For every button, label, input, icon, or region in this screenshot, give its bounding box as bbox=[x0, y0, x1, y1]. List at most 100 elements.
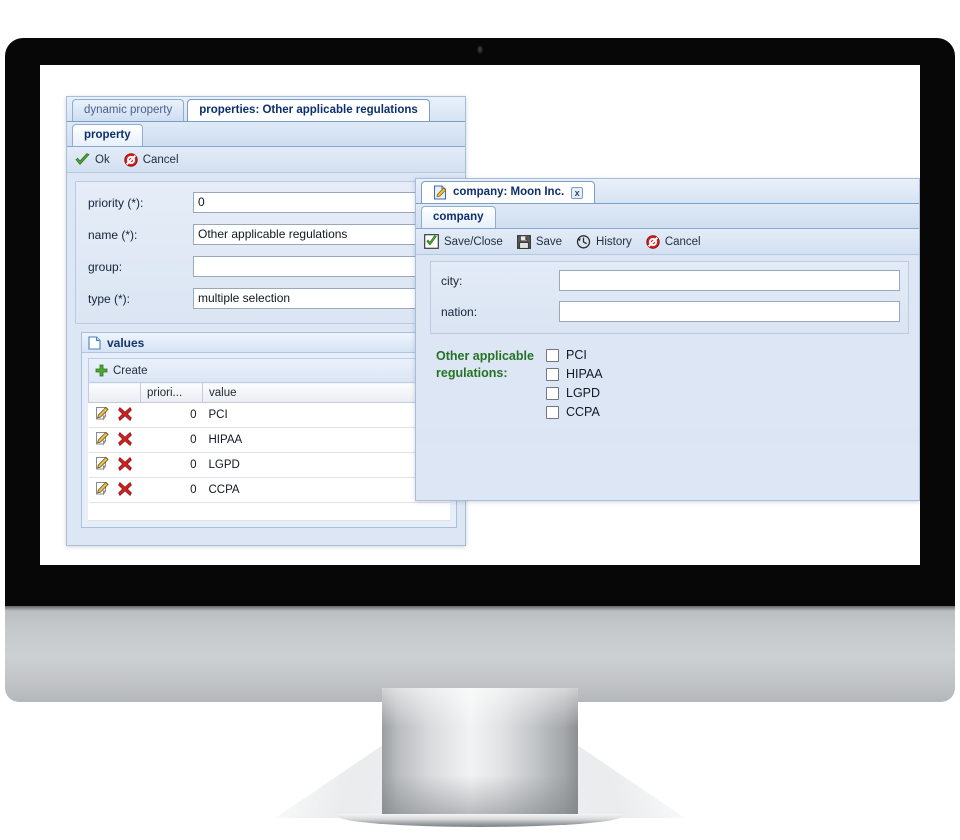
row-actions bbox=[88, 427, 141, 453]
delete-x-icon[interactable] bbox=[117, 431, 132, 449]
col-value[interactable]: value bbox=[202, 382, 450, 403]
tab-properties-label: properties: Other applicable regulations bbox=[199, 104, 418, 116]
tab-dynamic-property-label: dynamic property bbox=[84, 104, 173, 116]
name-label: name (*): bbox=[88, 227, 138, 242]
company-window-footer bbox=[416, 429, 919, 443]
nation-input[interactable] bbox=[559, 301, 900, 322]
save-button[interactable]: Save bbox=[516, 234, 563, 249]
cancel-button[interactable]: Cancel bbox=[124, 152, 179, 167]
checkbox-icon[interactable] bbox=[546, 367, 559, 381]
type-label: type (*): bbox=[88, 291, 131, 306]
group-label: group: bbox=[88, 259, 123, 274]
document-edit-icon bbox=[433, 185, 448, 200]
table-row[interactable]: 0 PCI bbox=[88, 402, 450, 428]
checkbox-icon[interactable] bbox=[546, 348, 559, 362]
tab-dynamic-property[interactable]: dynamic property bbox=[72, 99, 185, 121]
tab-property[interactable]: property bbox=[72, 124, 143, 146]
save-close-button[interactable]: Save/Close bbox=[424, 234, 503, 249]
table-row[interactable]: 0 HIPAA bbox=[88, 427, 450, 453]
floppy-disk-icon bbox=[516, 234, 531, 249]
property-window: dynamic property properties: Other appli… bbox=[66, 96, 466, 546]
history-label: History bbox=[596, 235, 632, 248]
edit-pencil-icon[interactable] bbox=[95, 456, 110, 474]
row-priority: 0 bbox=[140, 452, 203, 478]
save-close-icon bbox=[424, 234, 439, 249]
ok-button-label: Ok bbox=[95, 153, 110, 166]
row-value: CCPA bbox=[202, 477, 450, 503]
monitor-stand-base bbox=[338, 814, 622, 827]
edit-pencil-icon[interactable] bbox=[95, 406, 110, 424]
delete-x-icon[interactable] bbox=[117, 481, 132, 499]
tab-company-label: company bbox=[433, 211, 484, 223]
values-groupbox-title: values bbox=[107, 335, 145, 350]
field-row-name: name (*): Other applicable regulations bbox=[88, 224, 446, 245]
field-row-nation: nation: bbox=[441, 301, 900, 322]
close-icon[interactable]: x bbox=[571, 186, 584, 199]
checkbox-icon[interactable] bbox=[546, 386, 559, 400]
tab-property-label: property bbox=[84, 129, 131, 141]
row-priority: 0 bbox=[140, 427, 203, 453]
monitor-stage: dynamic property properties: Other appli… bbox=[0, 0, 960, 840]
values-grid-toolbar: Create bbox=[88, 358, 450, 382]
company-form-panel: city: nation: bbox=[430, 261, 909, 334]
checkbox-item[interactable]: HIPAA bbox=[546, 367, 603, 381]
red-cancel-icon bbox=[646, 234, 660, 249]
delete-x-icon[interactable] bbox=[117, 456, 132, 474]
property-form-panel: priority (*): 0 name (*): Other applicab… bbox=[75, 181, 457, 324]
other-applicable-regulations-group: Other applicable regulations: PCI HIPAA LG… bbox=[416, 334, 919, 429]
row-value: PCI bbox=[202, 402, 450, 428]
field-row-group: group: bbox=[88, 256, 446, 277]
values-groupbox-body: Create priori... value 0 PCI 0 HIPAA 0 LGPD 0 C… bbox=[82, 353, 456, 527]
history-button[interactable]: History bbox=[576, 234, 632, 249]
col-actions[interactable] bbox=[88, 382, 141, 403]
company-cancel-button[interactable]: Cancel bbox=[646, 234, 701, 249]
row-priority: 0 bbox=[140, 402, 203, 428]
create-button[interactable]: Create bbox=[95, 364, 148, 377]
delete-x-icon[interactable] bbox=[117, 406, 132, 424]
edit-pencil-icon[interactable] bbox=[95, 481, 110, 499]
checkbox-item[interactable]: CCPA bbox=[546, 405, 603, 419]
green-check-icon bbox=[75, 153, 90, 166]
name-input[interactable]: Other applicable regulations bbox=[193, 224, 446, 245]
company-window-subtabstrip: company bbox=[416, 204, 919, 229]
checkbox-icon[interactable] bbox=[546, 405, 559, 419]
group-input[interactable] bbox=[193, 256, 446, 277]
checkbox-label: LGPD bbox=[566, 386, 601, 400]
field-row-city: city: bbox=[441, 270, 900, 291]
red-cancel-icon bbox=[124, 152, 138, 167]
company-window: company: Moon Inc. x company Save/Close … bbox=[415, 178, 920, 501]
checkbox-item[interactable]: LGPD bbox=[546, 386, 603, 400]
values-groupbox-header: values bbox=[82, 333, 456, 353]
company-tab-label: company: Moon Inc. bbox=[453, 186, 565, 198]
values-grid-header-row: priori... value bbox=[88, 382, 450, 403]
cancel-button-label: Cancel bbox=[142, 153, 179, 166]
monitor-screen: dynamic property properties: Other appli… bbox=[40, 65, 920, 565]
checkbox-item[interactable]: PCI bbox=[546, 348, 603, 362]
row-value: LGPD bbox=[202, 452, 450, 478]
field-row-priority: priority (*): 0 bbox=[88, 192, 446, 213]
edit-pencil-icon[interactable] bbox=[95, 431, 110, 449]
values-groupbox: values Create priori... value 0 PCI 0 HI… bbox=[81, 332, 457, 528]
field-row-type: type (*): multiple selection bbox=[88, 288, 446, 309]
city-input[interactable] bbox=[559, 270, 900, 291]
table-row[interactable]: 0 LGPD bbox=[88, 452, 450, 478]
property-window-subtabstrip: property bbox=[67, 122, 465, 147]
priority-input[interactable]: 0 bbox=[193, 192, 446, 213]
create-button-label: Create bbox=[113, 364, 148, 377]
tab-company-moon-inc[interactable]: company: Moon Inc. x bbox=[421, 181, 596, 203]
save-label: Save bbox=[535, 235, 563, 248]
regulation-checkbox-list: PCI HIPAA LGPD CCPA bbox=[540, 348, 603, 419]
type-input[interactable]: multiple selection bbox=[193, 288, 446, 309]
ok-button[interactable]: Ok bbox=[75, 153, 110, 166]
tab-company[interactable]: company bbox=[421, 206, 496, 228]
row-priority: 0 bbox=[140, 477, 203, 503]
row-actions bbox=[88, 477, 141, 503]
page-icon bbox=[88, 335, 101, 350]
tab-properties-other-applicable-regulations[interactable]: properties: Other applicable regulations bbox=[187, 99, 430, 121]
checkbox-label: CCPA bbox=[566, 405, 600, 419]
col-priority[interactable]: priori... bbox=[140, 382, 203, 403]
green-plus-icon bbox=[95, 364, 108, 377]
table-row[interactable]: 0 CCPA bbox=[88, 477, 450, 503]
monitor-stand-neck-highlight bbox=[382, 688, 578, 820]
property-window-tabstrip: dynamic property properties: Other appli… bbox=[67, 97, 465, 122]
